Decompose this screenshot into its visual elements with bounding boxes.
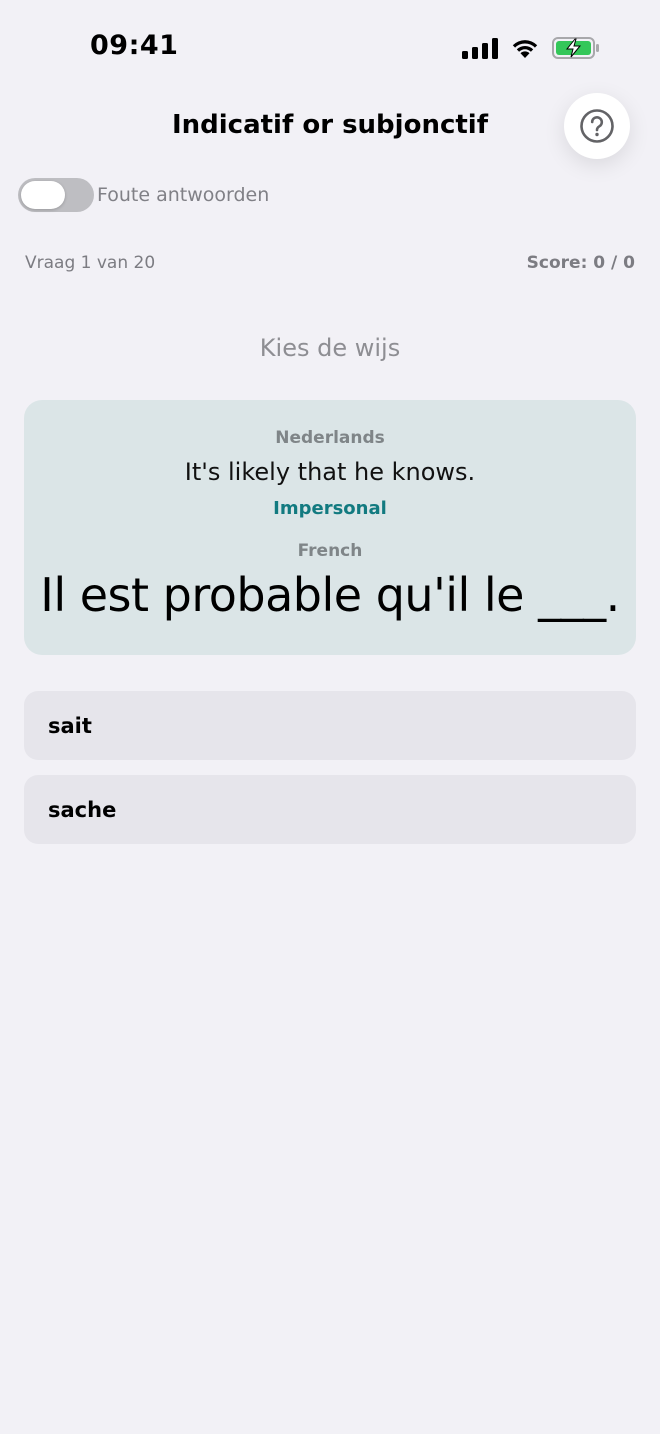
answer-option-label: sache	[48, 797, 117, 822]
question-progress: Vraag 1 van 20	[25, 253, 156, 273]
cellular-signal-icon	[462, 37, 498, 59]
question-sentence: Il est probable qu'il le ___.	[40, 568, 620, 622]
wrong-answers-toggle-row: Foute antwoorden	[18, 178, 269, 212]
toggle-label: Foute antwoorden	[97, 184, 270, 206]
score: Score: 0 / 0	[526, 253, 635, 273]
translation-text: It's likely that he knows.	[184, 458, 476, 486]
help-button[interactable]	[564, 93, 630, 159]
target-language-label: French	[297, 541, 363, 561]
page-title: Indicatif or subjonctif	[171, 110, 489, 140]
answer-option-label: sait	[48, 713, 92, 738]
wrong-answers-toggle[interactable]	[18, 178, 94, 212]
category-tag: Impersonal	[273, 498, 387, 519]
answer-option-sait[interactable]: sait	[24, 691, 636, 760]
wifi-icon	[512, 40, 538, 58]
question-circle-icon	[580, 109, 614, 143]
status-time: 09:41	[90, 30, 179, 61]
instruction-text: Kies de wijs	[259, 334, 401, 362]
question-card: Nederlands It's likely that he knows. Im…	[24, 400, 636, 655]
status-icons	[462, 36, 600, 60]
toggle-knob	[21, 181, 65, 209]
answer-option-sache[interactable]: sache	[24, 775, 636, 844]
source-language-label: Nederlands	[275, 428, 385, 448]
screen: 09:41 Indicatif or subjonctif Foute antw…	[0, 0, 660, 1434]
battery-charging-icon	[552, 37, 599, 59]
